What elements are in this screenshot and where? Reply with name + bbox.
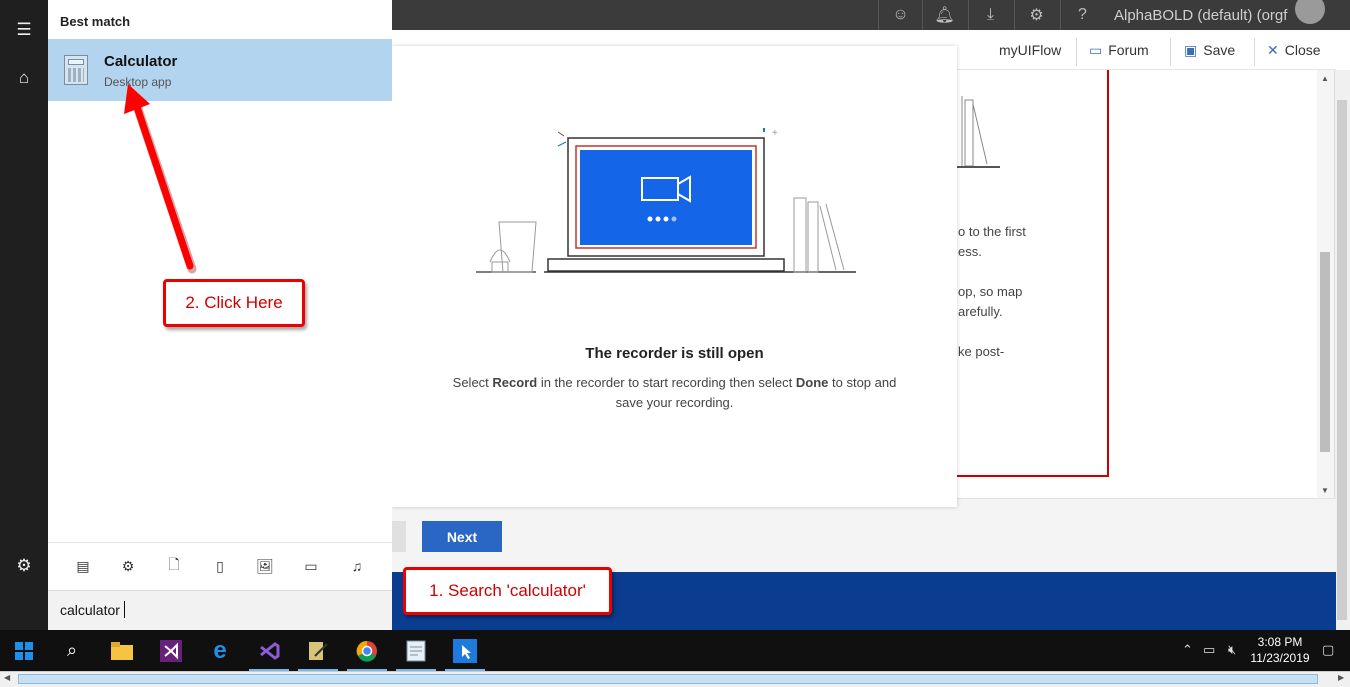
flow-name: myUIFlow bbox=[999, 42, 1062, 58]
scroll-right-icon[interactable]: ▶ bbox=[1338, 673, 1344, 682]
panel-text-line: op, so map bbox=[958, 284, 1023, 299]
windows-start-icon[interactable] bbox=[0, 630, 48, 671]
notepad-icon[interactable] bbox=[392, 630, 440, 671]
system-clock[interactable]: 3:08 PM 11/23/2019 bbox=[1250, 634, 1310, 666]
section-header: Best match bbox=[60, 14, 131, 29]
clock-time: 3:08 PM bbox=[1257, 635, 1303, 649]
clock-date: 11/23/2019 bbox=[1250, 651, 1310, 665]
panel-text-line: arefully. bbox=[958, 304, 1003, 319]
books-illustration bbox=[957, 96, 1000, 168]
record-keyword: Record bbox=[492, 375, 538, 390]
news-filter-icon[interactable]: ▤ bbox=[73, 556, 93, 576]
recorder-app-icon[interactable] bbox=[441, 630, 489, 671]
search-icon[interactable]: ⌕ bbox=[48, 630, 96, 671]
photos-filter-icon[interactable]: 🖼︎ bbox=[255, 556, 275, 576]
panel-scroll-thumb[interactable] bbox=[1320, 252, 1330, 452]
visual-studio-icon[interactable] bbox=[147, 630, 195, 671]
calculator-result[interactable] bbox=[48, 39, 392, 101]
chrome-icon[interactable] bbox=[343, 630, 391, 671]
visual-studio-code-icon[interactable] bbox=[245, 630, 293, 671]
settings-gear-icon[interactable]: ⚙ bbox=[0, 546, 48, 586]
scroll-left-icon[interactable]: ◀ bbox=[4, 673, 10, 682]
recorder-dialog: + The recorder is still open Select Reco… bbox=[392, 46, 957, 507]
search-input[interactable]: calculator bbox=[60, 602, 120, 618]
dialog-description: Select Record in the recorder to start r… bbox=[452, 373, 897, 413]
home-icon[interactable]: ⌂ bbox=[0, 58, 48, 98]
divider bbox=[1076, 38, 1077, 66]
forum-button[interactable]: ▭ Forum bbox=[1089, 42, 1149, 59]
music-filter-icon[interactable]: ♫ bbox=[347, 556, 367, 576]
show-hidden-icons[interactable]: ⌃ bbox=[1182, 642, 1193, 658]
back-button[interactable] bbox=[392, 521, 406, 552]
divider bbox=[1170, 38, 1171, 66]
text-caret bbox=[124, 601, 125, 618]
forum-icon: ▭ bbox=[1089, 42, 1103, 58]
red-arrow bbox=[124, 84, 197, 274]
done-keyword: Done bbox=[795, 375, 829, 390]
desc-text: in the recorder to start recording then … bbox=[537, 375, 796, 390]
panel-text-line: ke post- bbox=[958, 344, 1005, 359]
calculator-icon[interactable] bbox=[64, 55, 88, 85]
desc-text: Select bbox=[452, 375, 493, 390]
database-tool-icon[interactable] bbox=[294, 630, 342, 671]
divider bbox=[1254, 38, 1255, 66]
help-icon[interactable]: ? bbox=[1060, 0, 1104, 30]
environment-label[interactable]: AlphaBOLD (default) (orgf bbox=[1114, 7, 1287, 24]
notification-icon[interactable]: ▢ bbox=[1322, 642, 1334, 658]
start-menu-rail: ☰ ⌂ ⚙ bbox=[0, 0, 48, 630]
forum-label: Forum bbox=[1108, 42, 1149, 58]
result-name[interactable]: Calculator bbox=[104, 53, 177, 70]
horizontal-scroll-thumb[interactable] bbox=[18, 674, 1318, 684]
smiley-icon[interactable]: ☺ bbox=[878, 0, 922, 30]
close-button[interactable]: ✕ Close bbox=[1267, 42, 1321, 59]
hamburger-menu-icon[interactable]: ☰ bbox=[0, 10, 48, 50]
next-button[interactable]: Next bbox=[422, 521, 502, 552]
footer-area bbox=[392, 498, 1336, 572]
save-label: Save bbox=[1203, 42, 1236, 58]
internet-explorer-icon[interactable]: e bbox=[196, 630, 244, 671]
panel-text-line: o to the first bbox=[958, 224, 1026, 239]
search-calculator-callout: 1. Search 'calculator' bbox=[403, 567, 612, 615]
dialog-title: The recorder is still open bbox=[585, 345, 764, 362]
svg-text:+: + bbox=[772, 128, 778, 139]
bell-icon[interactable]: 🔔︎ bbox=[922, 0, 966, 30]
download-icon[interactable]: ⤓ bbox=[968, 0, 1012, 30]
save-button[interactable]: ▣ Save bbox=[1184, 42, 1235, 59]
gear-icon[interactable]: ⚙ bbox=[1014, 0, 1058, 30]
recorder-illustration: + bbox=[476, 128, 856, 273]
close-icon: ✕ bbox=[1267, 42, 1279, 58]
documents-filter-icon[interactable]: 🗋︎ bbox=[164, 556, 184, 576]
settings-filter-icon[interactable]: ⚙ bbox=[118, 556, 138, 576]
network-icon[interactable]: ▭ bbox=[1203, 642, 1215, 658]
panel-text-line: ess. bbox=[958, 244, 982, 259]
videos-filter-icon[interactable]: ▭ bbox=[301, 556, 321, 576]
scroll-down-icon[interactable]: ▼ bbox=[1321, 486, 1329, 495]
save-icon: ▣ bbox=[1184, 42, 1198, 58]
file-explorer-icon[interactable] bbox=[98, 630, 146, 671]
apps-filter-icon[interactable]: ▯ bbox=[210, 556, 230, 576]
click-here-callout: 2. Click Here bbox=[163, 279, 305, 327]
scroll-up-icon[interactable]: ▲ bbox=[1321, 74, 1329, 83]
window-scroll-thumb[interactable] bbox=[1337, 100, 1347, 620]
volume-icon[interactable]: 🔇︎ bbox=[1228, 642, 1236, 658]
close-label: Close bbox=[1284, 42, 1321, 58]
